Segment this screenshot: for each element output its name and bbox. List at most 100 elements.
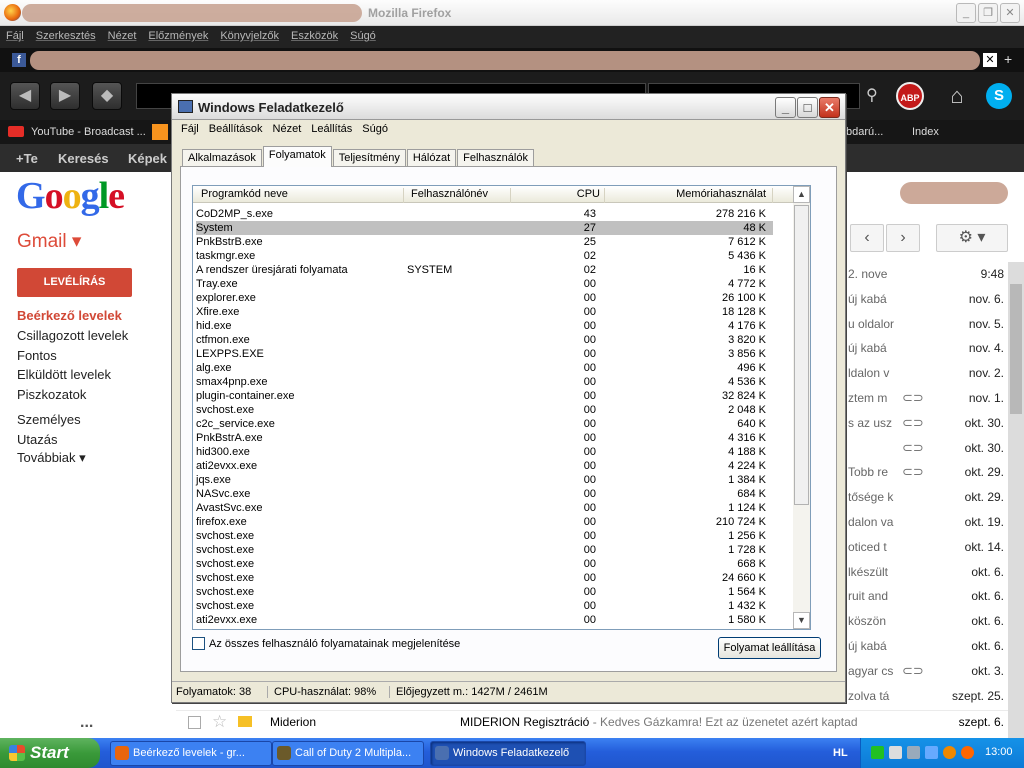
process-row[interactable]: PnkBstrA.exe 00 4 316 K — [196, 431, 773, 445]
tm-menu-file[interactable]: Fájl — [176, 123, 204, 135]
process-row[interactable]: svchost.exe 00 1 728 K — [196, 543, 773, 557]
language-indicator[interactable]: HL — [833, 747, 848, 759]
mail-row[interactable]: s az usz ⊂⊃ okt. 30. — [844, 411, 1008, 436]
process-row[interactable]: plugin-container.exe 00 32 824 K — [196, 389, 773, 403]
nav-personal[interactable]: Személyes — [17, 412, 81, 427]
process-row[interactable]: LEXPPS.EXE 00 3 856 K — [196, 347, 773, 361]
mail-row[interactable]: 2. nove 9:48 — [844, 262, 1008, 287]
menu-view[interactable]: Nézet — [102, 26, 143, 48]
menu-history[interactable]: Előzmények — [142, 26, 214, 48]
tab-users[interactable]: Felhasználók — [457, 149, 534, 167]
process-scrollbar-thumb[interactable] — [794, 205, 809, 505]
mail-row[interactable]: dalon va okt. 19. — [844, 510, 1008, 535]
mail-row[interactable]: köszön okt. 6. — [844, 609, 1008, 634]
process-scrollbar[interactable]: ▲ ▼ — [793, 186, 810, 629]
taskbar-item[interactable]: Windows Feladatkezelő — [430, 741, 586, 766]
tab-applications[interactable]: Alkalmazások — [182, 149, 262, 167]
tray-avast-icon[interactable] — [943, 746, 956, 759]
gmail-menu[interactable]: Gmail ▾ — [17, 230, 81, 253]
bookmark-icon[interactable] — [152, 124, 168, 140]
process-row[interactable]: System 27 48 K — [196, 221, 773, 235]
col-cpu[interactable]: CPU — [517, 188, 605, 203]
menu-tools[interactable]: Eszközök — [285, 26, 344, 48]
process-row[interactable]: ctfmon.exe 00 3 820 K — [196, 333, 773, 347]
show-all-checkbox[interactable] — [192, 637, 205, 650]
mail-row[interactable]: új kabá nov. 6. — [844, 287, 1008, 312]
account-redacted[interactable] — [900, 182, 1008, 204]
mail-row[interactable]: ztem m ⊂⊃ nov. 1. — [844, 386, 1008, 411]
label-tag-icon[interactable] — [238, 716, 252, 727]
mail-row[interactable]: lkészült okt. 6. — [844, 560, 1008, 585]
process-row[interactable]: svchost.exe 00 1 564 K — [196, 585, 773, 599]
taskbar-item[interactable]: Beérkező levelek - gr... — [110, 741, 272, 766]
process-row[interactable]: hid.exe 00 4 176 K — [196, 319, 773, 333]
process-row[interactable]: svchost.exe 00 24 660 K — [196, 571, 773, 585]
end-process-button[interactable]: Folyamat leállítása — [718, 637, 821, 659]
mail-row[interactable]: ldalon v nov. 2. — [844, 361, 1008, 386]
process-row[interactable]: ati2evxx.exe 00 1 580 K — [196, 613, 773, 627]
col-mem[interactable]: Memóriahasználat — [609, 188, 773, 203]
bookmark-index[interactable]: Index — [912, 126, 939, 138]
menu-edit[interactable]: Szerkesztés — [30, 26, 102, 48]
process-row[interactable]: taskmgr.exe 02 5 436 K — [196, 249, 773, 263]
process-row[interactable]: AvastSvc.exe 00 1 124 K — [196, 501, 773, 515]
tm-close-icon[interactable]: ✕ — [819, 97, 840, 118]
tm-minimize-icon[interactable]: _ — [775, 97, 796, 118]
close-icon[interactable]: ✕ — [1000, 3, 1020, 23]
process-row[interactable]: PnkBstrB.exe 25 7 612 K — [196, 235, 773, 249]
tray-network-icon[interactable] — [889, 746, 902, 759]
bookmark-youtube[interactable]: YouTube - Broadcast ... — [31, 126, 146, 138]
star-icon[interactable]: ☆ — [212, 712, 227, 732]
scroll-up-icon[interactable]: ▲ — [793, 186, 810, 203]
gbar-search[interactable]: Keresés — [58, 151, 109, 166]
tm-menu-help[interactable]: Súgó — [357, 123, 393, 135]
nav-important[interactable]: Fontos — [17, 348, 57, 363]
more-dots[interactable]: ... — [80, 714, 93, 732]
process-row[interactable]: alg.exe 00 496 K — [196, 361, 773, 375]
page-scrollbar[interactable] — [1008, 262, 1024, 738]
gbar-plus[interactable]: +Te — [16, 151, 38, 166]
task-manager-titlebar[interactable]: Windows Feladatkezelő _ □ ✕ — [172, 94, 845, 120]
menu-bookmarks[interactable]: Könyvjelzők — [214, 26, 285, 48]
tab-networking[interactable]: Hálózat — [406, 149, 457, 167]
process-row[interactable]: Xfire.exe 00 18 128 K — [196, 305, 773, 319]
home-icon[interactable]: ⌂ — [942, 81, 972, 111]
scroll-down-icon[interactable]: ▼ — [793, 612, 810, 629]
skype-icon[interactable]: S — [986, 83, 1012, 109]
col-name[interactable]: Programkód neve — [201, 188, 404, 203]
process-row[interactable]: c2c_service.exe 00 640 K — [196, 417, 773, 431]
facebook-tab-icon[interactable]: f — [12, 53, 26, 67]
mail-row[interactable]: ruit and okt. 6. — [844, 584, 1008, 609]
tab-performance[interactable]: Teljesítmény — [332, 149, 406, 167]
mail-row[interactable]: új kabá nov. 4. — [844, 336, 1008, 361]
new-tab-icon[interactable]: + — [1004, 51, 1012, 67]
tray-app-icon[interactable] — [907, 746, 920, 759]
minimize-icon[interactable]: _ — [956, 3, 976, 23]
google-logo[interactable]: Google — [16, 174, 125, 218]
process-row[interactable]: svchost.exe 00 1 256 K — [196, 529, 773, 543]
start-button[interactable]: Start — [0, 738, 100, 768]
close-tab-icon[interactable]: ✕ — [983, 53, 997, 67]
process-row[interactable]: explorer.exe 00 26 100 K — [196, 291, 773, 305]
process-row[interactable]: firefox.exe 00 210 724 K — [196, 515, 773, 529]
process-row[interactable]: hid300.exe 00 4 188 K — [196, 445, 773, 459]
scrollbar-thumb[interactable] — [1010, 284, 1022, 414]
process-list[interactable]: Programkód neve Felhasználónév CPU Memór… — [192, 185, 811, 630]
process-row[interactable]: smax4pnp.exe 00 4 536 K — [196, 375, 773, 389]
restore-icon[interactable]: ❐ — [978, 3, 998, 23]
tray-firefox-icon[interactable] — [961, 746, 974, 759]
process-row[interactable]: A rendszer üresjárati folyamata SYSTEM 02 1… — [196, 263, 773, 277]
row-checkbox[interactable] — [188, 716, 201, 729]
show-all-users[interactable]: Az összes felhasználó folyamatainak megj… — [192, 637, 460, 650]
back-arrow-icon[interactable]: ◀ — [10, 82, 40, 110]
next-page-icon[interactable]: › — [886, 224, 920, 252]
tab-title-redacted[interactable] — [30, 51, 980, 70]
mail-row[interactable]: ⊂⊃ okt. 30. — [844, 436, 1008, 461]
menu-file[interactable]: Fájl — [0, 26, 30, 48]
nav-sent[interactable]: Elküldött levelek — [17, 367, 111, 382]
process-row[interactable]: NASvc.exe 00 684 K — [196, 487, 773, 501]
bookmark-right-1[interactable]: bdarú... — [846, 126, 883, 138]
tm-menu-shutdown[interactable]: Leállítás — [306, 123, 357, 135]
nav-starred[interactable]: Csillagozott levelek — [17, 328, 128, 343]
nav-travel[interactable]: Utazás — [17, 432, 57, 447]
